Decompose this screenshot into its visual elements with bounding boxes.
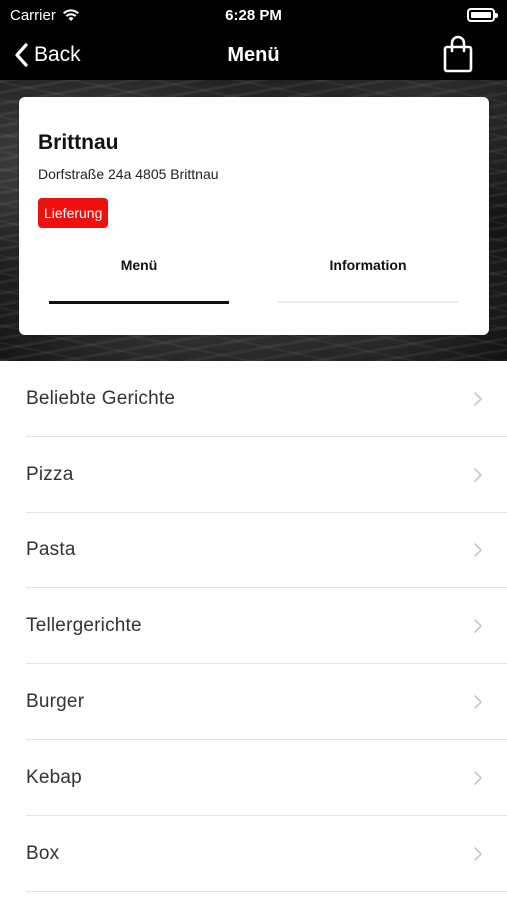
restaurant-address: Dorfstraße 24a 4805 Brittnau [38, 166, 219, 182]
category-label: Box [26, 842, 60, 864]
back-button[interactable]: Back [14, 38, 81, 72]
cart-button[interactable] [441, 34, 475, 74]
back-label: Back [34, 43, 81, 66]
restaurant-card: Brittnau Dorfstraße 24a 4805 Brittnau Li… [19, 97, 489, 335]
status-left: Carrier [10, 7, 80, 24]
battery-level [471, 12, 491, 18]
carrier-label: Carrier [10, 6, 56, 24]
category-label: Burger [26, 691, 85, 713]
chevron-left-icon [15, 43, 28, 67]
category-row-tellergerichte[interactable]: Tellergerichte [0, 588, 507, 664]
category-label: Tellergerichte [26, 615, 142, 637]
delivery-badge: Lieferung [38, 198, 109, 228]
category-row-pasta[interactable]: Pasta [0, 513, 507, 589]
chevron-right-icon [474, 619, 482, 634]
category-list: Beliebte Gerichte Pizza Pasta Tellergeri… [0, 361, 507, 892]
chevron-right-icon [474, 543, 482, 558]
wifi-icon [62, 9, 79, 21]
chevron-right-icon [474, 846, 482, 861]
category-label: Kebap [26, 766, 82, 788]
category-label: Pizza [26, 463, 74, 485]
tab-menu[interactable]: Menü [49, 257, 229, 273]
tab-information-indicator [278, 301, 458, 303]
chevron-right-icon [474, 392, 482, 406]
nav-bar: Back Menü [0, 30, 507, 80]
tab-menu-indicator [49, 301, 229, 304]
shopping-bag-icon [443, 35, 473, 73]
category-label: Pasta [26, 539, 76, 561]
restaurant-name: Brittnau [38, 131, 119, 154]
screen: Carrier 6:28 PM Back Menü Brittnau Dorfs… [0, 0, 507, 900]
category-row-pizza[interactable]: Pizza [0, 437, 507, 513]
category-row-beliebte-gerichte[interactable]: Beliebte Gerichte [0, 361, 507, 437]
category-label: Beliebte Gerichte [26, 387, 176, 409]
status-bar: Carrier 6:28 PM [0, 0, 507, 30]
tab-information[interactable]: Information [278, 257, 458, 273]
category-row-kebap[interactable]: Kebap [0, 740, 507, 816]
category-row-burger[interactable]: Burger [0, 664, 507, 740]
chevron-right-icon [474, 771, 482, 785]
battery-icon [467, 8, 498, 22]
chevron-right-icon [474, 695, 482, 709]
chevron-right-icon [474, 467, 482, 482]
category-row-box[interactable]: Box [0, 816, 507, 892]
